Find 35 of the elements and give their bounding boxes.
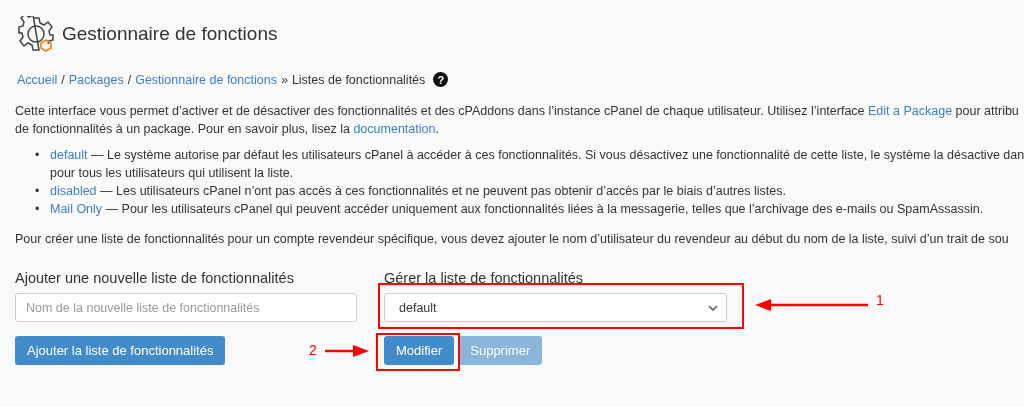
list-link[interactable]: disabled <box>50 184 97 198</box>
arrow-icon <box>325 344 369 358</box>
annotation-number: 1 <box>876 292 884 308</box>
bullet-marker: • <box>35 183 41 200</box>
bullet-marker: • <box>35 201 41 218</box>
list-link[interactable]: Mail Only <box>50 202 103 216</box>
list-name-field[interactable]: Nom de la nouvelle liste de fonctionnalités <box>15 293 357 322</box>
field-label: Ajouter une nouvelle liste de fonctionnalités <box>15 270 295 286</box>
intro-text: de fonctionnalités à un package. Pour en savoir plus, lisez la documentation. <box>15 121 440 138</box>
breadcrumb-separator: / <box>61 72 65 87</box>
arrow-icon <box>755 298 868 312</box>
list-text: Mail Only — Pour les utilisateurs cPanel qui peuvent accéder uniquement aux fonctionnalités liées à la messagerie, telles que l’archivage des e-mails ou SpamAssassin. <box>50 201 984 218</box>
chevron-icon <box>708 304 718 311</box>
modify-button[interactable]: Modifier <box>384 336 455 365</box>
annotation-number: 2 <box>309 342 317 358</box>
gear-icon <box>18 16 54 52</box>
breadcrumb-current: Listes de fonctionnalités <box>291 72 426 87</box>
add-list-button[interactable]: Ajouter la liste de fonctionnalités <box>15 336 226 365</box>
note-text: Pour créer une liste de fonctionnalités pour un compte revendeur spécifique, vous devez ajouter le nom d’utilisateur du revendeur au début du nom de la liste, suivi d’un trait de sou <box>15 231 1010 248</box>
list-link[interactable]: default <box>50 148 88 162</box>
intro-text: Cette interface vous permet d’activer et de désactiver des fonctionnalités et des cPAddons dans l’instance cPanel de chaque utilisateur. Utilisez l’interface Edit a Package pour attribu <box>15 103 1020 120</box>
list-text: pour tous les utilisateurs qui utilisent la liste. <box>50 165 295 182</box>
breadcrumb-link[interactable]: Accueil <box>17 72 58 87</box>
list-dropdown[interactable]: default <box>384 293 727 322</box>
bullet-marker: • <box>35 147 41 164</box>
list-text: default — Le système autorise par défaut les utilisateurs cPanel à accéder à ces fonctionnalités. Si vous désactivez une fonctionnalité de cette liste, le système la désactive dan <box>50 147 1024 164</box>
help-icon[interactable]: ? <box>433 72 449 87</box>
list-text: disabled — Les utilisateurs cPanel n’ont pas accès à ces fonctionnalités et ne peuvent pas obtenir d’accès par le biais d’autres listes. <box>50 183 786 200</box>
breadcrumb-link[interactable]: Gestionnaire de fonctions <box>135 72 277 87</box>
breadcrumb-separator: / <box>127 72 132 87</box>
link[interactable]: Edit a Package <box>868 104 953 118</box>
page-title: Gestionnaire de fonctions <box>62 23 278 45</box>
field-label: Gérer la liste de fonctionnalités <box>384 270 585 286</box>
breadcrumb-link[interactable]: Packages <box>68 72 124 87</box>
breadcrumb-separator: » <box>280 72 288 87</box>
